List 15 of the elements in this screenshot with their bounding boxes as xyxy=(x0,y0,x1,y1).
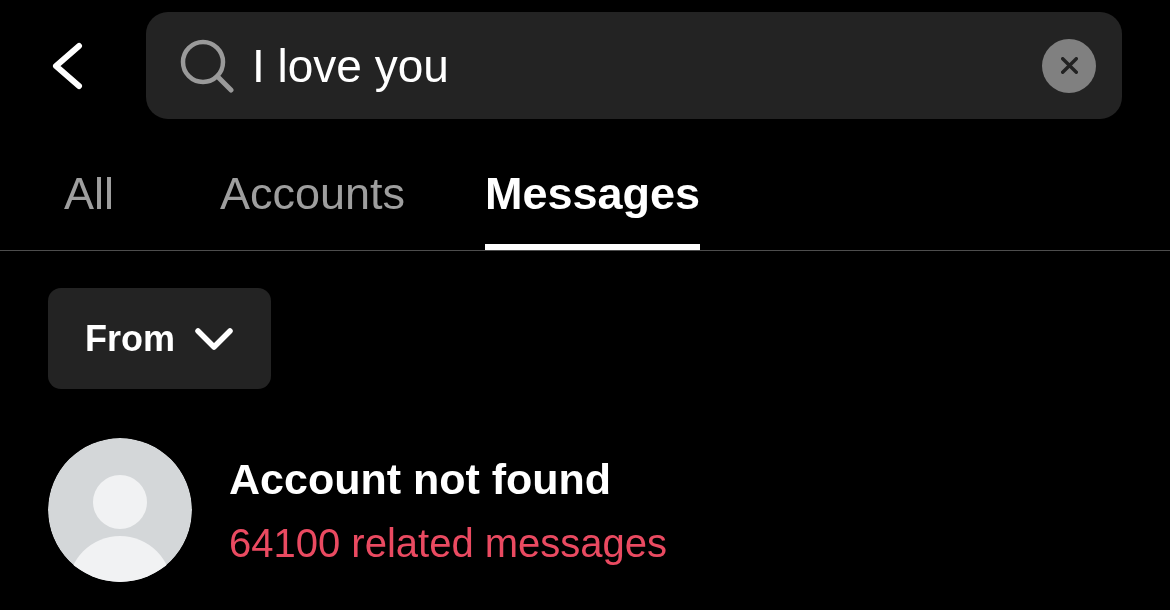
chevron-down-icon xyxy=(195,327,233,350)
back-icon xyxy=(50,41,84,90)
search-field[interactable]: I love you xyxy=(234,35,1042,96)
tab[interactable]: Accounts xyxy=(220,119,406,250)
avatar-icon xyxy=(48,438,192,582)
from-dropdown[interactable]: From xyxy=(48,288,271,389)
search-bar[interactable]: I love you xyxy=(146,12,1122,119)
back-button[interactable] xyxy=(50,41,84,90)
related-messages-count: 64100 related messages xyxy=(229,520,668,567)
tab[interactable]: Messages xyxy=(485,119,701,250)
close-icon xyxy=(1060,57,1078,74)
clear-button[interactable] xyxy=(1042,38,1096,93)
tab[interactable]: All xyxy=(64,119,114,250)
account-name[interactable]: Account not found xyxy=(229,453,612,505)
search-icon xyxy=(180,38,234,93)
